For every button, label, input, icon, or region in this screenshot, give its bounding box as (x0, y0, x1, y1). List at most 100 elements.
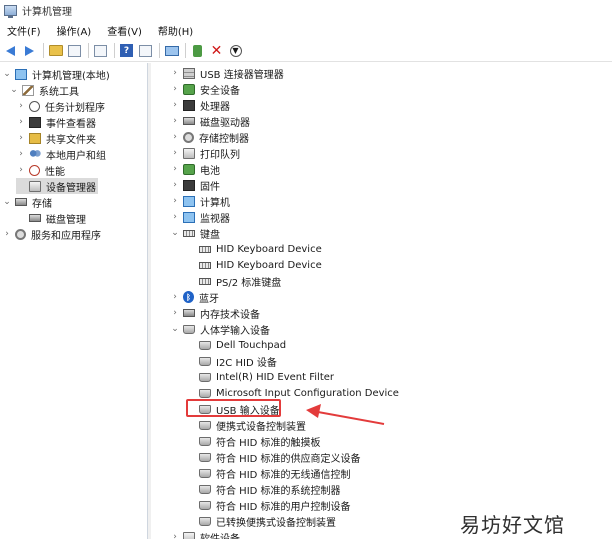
device-item-hid-wireless-radio[interactable]: 符合 HID 标准的无线通信控制 (199, 465, 351, 481)
chevron-right-icon[interactable]: › (170, 180, 180, 190)
device-manager-icon (29, 180, 41, 192)
keyboard-icon (199, 245, 211, 253)
tree-item-label: 本地用户和组 (46, 150, 106, 162)
performance-icon (29, 164, 40, 176)
device-category-usb-connector[interactable]: › USB 连接器管理器 (170, 65, 284, 81)
uninstall-device-button[interactable]: ✕ (208, 42, 225, 59)
services-icon (15, 228, 26, 240)
properties-button[interactable] (92, 42, 109, 59)
show-hide-tree-button[interactable] (66, 42, 83, 59)
chevron-right-icon[interactable]: › (16, 149, 26, 159)
update-driver-icon (193, 44, 202, 57)
chevron-right-icon[interactable]: › (170, 164, 180, 174)
tree-item-system-tools[interactable]: ⌄ 系统工具 (9, 82, 79, 98)
device-label: I2C HID 设备 (216, 357, 277, 369)
device-category-battery[interactable]: › 电池 (170, 161, 220, 177)
menu-help[interactable]: 帮助(H) (154, 23, 197, 38)
menu-file[interactable]: 文件(F) (3, 23, 45, 38)
tree-item-shared-folders[interactable]: › 共享文件夹 (16, 130, 96, 146)
device-item-ps2-keyboard[interactable]: PS/2 标准键盘 (199, 273, 281, 289)
device-category-monitor[interactable]: › 监视器 (170, 209, 230, 225)
device-category-software-device[interactable]: › 软件设备 (170, 529, 240, 539)
hid-icon (199, 340, 211, 350)
device-item-hid-keyboard-2[interactable]: HID Keyboard Device (199, 257, 322, 273)
device-label: Microsoft Input Configuration Device (216, 387, 399, 399)
chevron-right-icon[interactable]: › (16, 117, 26, 127)
device-category-firmware[interactable]: › 固件 (170, 177, 220, 193)
chevron-right-icon[interactable]: › (2, 229, 12, 239)
chevron-right-icon[interactable]: › (170, 100, 180, 110)
tree-item-device-manager[interactable]: 设备管理器 (16, 178, 98, 194)
tree-item-computer-management[interactable]: ⌄ 计算机管理(本地) (2, 66, 110, 82)
chevron-right-icon[interactable]: › (170, 132, 180, 142)
device-category-security[interactable]: › 安全设备 (170, 81, 240, 97)
chevron-down-icon[interactable]: ⌄ (2, 69, 12, 79)
chevron-right-icon[interactable]: › (170, 68, 180, 78)
chevron-right-icon[interactable]: › (170, 292, 180, 302)
scan-hardware-button[interactable] (163, 42, 180, 59)
toolbar-separator (114, 43, 115, 58)
device-category-keyboard[interactable]: ⌄ 键盘 (170, 225, 220, 241)
device-category-disk-drive[interactable]: › 磁盘驱动器 (170, 113, 250, 129)
tree-item-local-users[interactable]: › 本地用户和组 (16, 146, 106, 162)
disable-device-button[interactable]: ▼ (227, 42, 244, 59)
device-category-print-queue[interactable]: › 打印队列 (170, 145, 240, 161)
chevron-right-icon[interactable]: › (170, 532, 180, 539)
device-category-storage-controller[interactable]: › 存储控制器 (170, 129, 249, 145)
device-item-hid-system-controller[interactable]: 符合 HID 标准的系统控制器 (199, 481, 341, 497)
chevron-right-icon[interactable]: › (16, 101, 26, 111)
chevron-right-icon[interactable]: › (16, 133, 26, 143)
device-label: 便携式设备控制装置 (216, 421, 306, 433)
device-item-portable-device-control[interactable]: 便携式设备控制装置 (199, 417, 306, 433)
chevron-down-icon[interactable]: ⌄ (2, 197, 12, 207)
watermark: 易坊好文馆 (460, 509, 565, 538)
forward-button[interactable] (21, 42, 38, 59)
device-item-dell-touchpad[interactable]: Dell Touchpad (199, 337, 286, 353)
device-label: 键盘 (200, 229, 220, 241)
view-button[interactable] (137, 42, 154, 59)
chevron-right-icon[interactable]: › (170, 116, 180, 126)
tree-item-task-scheduler[interactable]: › 任务计划程序 (16, 98, 105, 114)
chevron-down-icon[interactable]: ⌄ (9, 85, 19, 95)
menu-action[interactable]: 操作(A) (53, 23, 96, 38)
usb-connector-icon (183, 67, 195, 79)
device-item-i2c-hid[interactable]: I2C HID 设备 (199, 353, 277, 369)
tree-item-storage[interactable]: ⌄ 存储 (2, 194, 52, 210)
device-tree-pane: › USB 连接器管理器 › 安全设备 › 处理器 › 磁盘驱动器 › 存储控制… (151, 63, 612, 539)
chevron-right-icon[interactable]: › (170, 212, 180, 222)
device-category-computer[interactable]: › 计算机 (170, 193, 230, 209)
security-device-icon (183, 83, 195, 95)
update-driver-button[interactable] (189, 42, 206, 59)
device-item-hid-consumer-control[interactable]: 符合 HID 标准的用户控制设备 (199, 497, 351, 513)
tree-item-event-viewer[interactable]: › 事件查看器 (16, 114, 96, 130)
device-category-hid[interactable]: ⌄ 人体学输入设备 (170, 321, 270, 337)
battery-icon (183, 163, 195, 175)
device-item-hid-keyboard-1[interactable]: HID Keyboard Device (199, 241, 322, 257)
chevron-right-icon[interactable]: › (170, 308, 180, 318)
device-category-memory-technology[interactable]: › 内存技术设备 (170, 305, 260, 321)
software-device-icon (183, 531, 195, 539)
device-item-hid-touchpad[interactable]: 符合 HID 标准的触摸板 (199, 433, 321, 449)
device-item-converted-portable-control[interactable]: 已转换便携式设备控制装置 (199, 513, 336, 529)
tree-item-disk-management[interactable]: 磁盘管理 (16, 210, 86, 226)
tree-item-performance[interactable]: › 性能 (16, 162, 65, 178)
chevron-right-icon[interactable]: › (170, 148, 180, 158)
folder-icon (48, 45, 63, 56)
keyboard-icon (199, 277, 211, 285)
device-category-bluetooth[interactable]: › ᛒ 蓝牙 (170, 289, 219, 305)
menu-view[interactable]: 查看(V) (103, 23, 146, 38)
chevron-down-icon[interactable]: ⌄ (170, 324, 180, 334)
back-button[interactable] (2, 42, 19, 59)
device-label: 蓝牙 (199, 293, 219, 305)
chevron-right-icon[interactable]: › (16, 165, 26, 175)
chevron-right-icon[interactable]: › (170, 196, 180, 206)
device-item-intel-hid-event-filter[interactable]: Intel(R) HID Event Filter (199, 369, 334, 385)
up-folder-button[interactable] (47, 42, 64, 59)
device-category-processor[interactable]: › 处理器 (170, 97, 230, 113)
tree-item-services[interactable]: › 服务和应用程序 (2, 226, 101, 242)
chevron-down-icon[interactable]: ⌄ (170, 228, 180, 238)
title-bar: 计算机管理 (0, 0, 612, 20)
chevron-right-icon[interactable]: › (170, 84, 180, 94)
device-item-hid-vendor-defined[interactable]: 符合 HID 标准的供应商定义设备 (199, 449, 361, 465)
help-button[interactable]: ? (118, 42, 135, 59)
